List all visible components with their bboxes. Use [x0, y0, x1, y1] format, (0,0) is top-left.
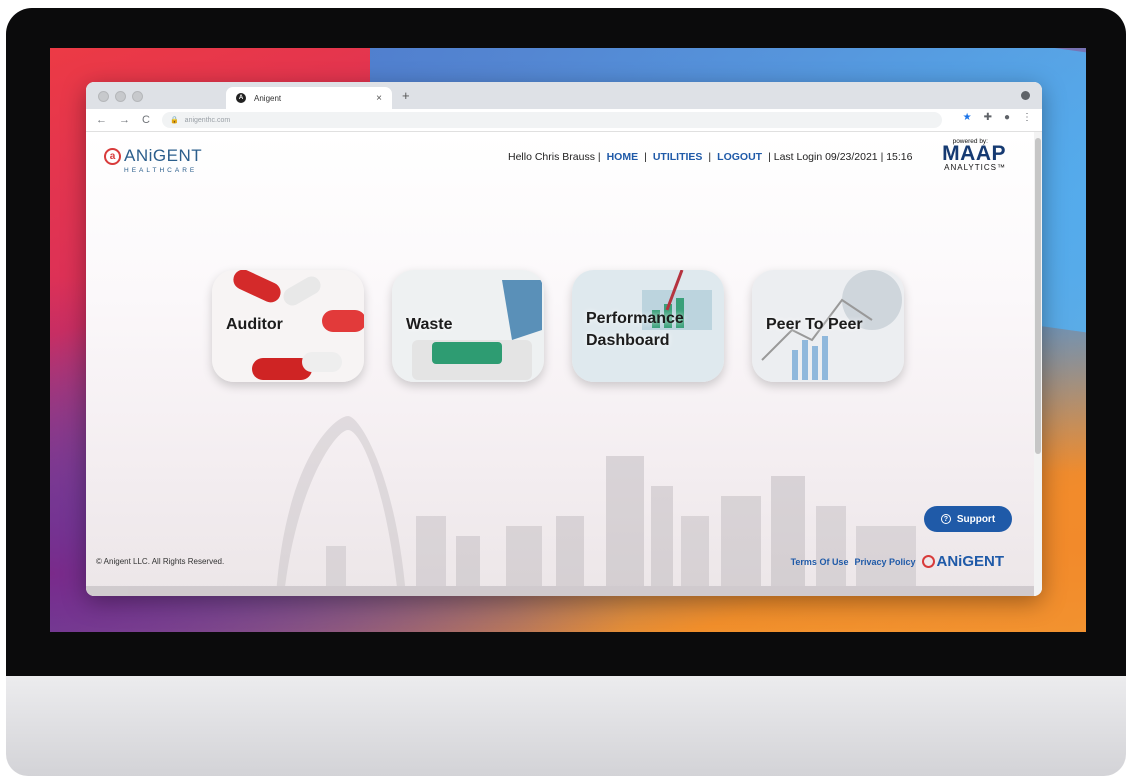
module-cards: Auditor Waste Performance Dashboard Peer…: [212, 270, 912, 382]
auditor-card[interactable]: Auditor: [212, 270, 364, 382]
maap-text: MAAP: [942, 142, 1006, 165]
support-button[interactable]: ? Support: [924, 506, 1012, 532]
footer-links: Terms Of Use Privacy Policy ANiGENT: [791, 553, 1004, 570]
peer-to-peer-card-title: Peer To Peer: [766, 316, 863, 333]
terms-of-use-link[interactable]: Terms Of Use: [791, 557, 849, 567]
greeting-text: Hello Chris Brauss |: [508, 151, 601, 163]
performance-dashboard-card[interactable]: Performance Dashboard: [572, 270, 724, 382]
url-input[interactable]: 🔒 anigenthc.com: [161, 112, 942, 128]
browser-window: A Anigent × + ← → C 🔒 anigenthc.com ★ ✚ …: [86, 82, 1042, 596]
footer-logo-text: ANiGENT: [936, 553, 1005, 570]
nav-home-link[interactable]: HOME: [607, 151, 639, 163]
tab-close-icon[interactable]: ×: [376, 93, 382, 104]
window-controls: [98, 91, 143, 102]
performance-dashboard-card-title: Performance Dashboard: [586, 310, 684, 349]
nav-utilities-link[interactable]: UTILITIES: [653, 151, 703, 163]
tab-bar: A Anigent × +: [86, 82, 1042, 109]
logo-text: ANiGENT: [124, 146, 203, 165]
nav-logout-link[interactable]: LOGOUT: [717, 151, 762, 163]
lock-icon: 🔒: [169, 117, 179, 124]
close-window-button[interactable]: [98, 91, 109, 102]
maap-analytics-logo: powered by: MAAP ANALYTICS™: [942, 138, 1006, 172]
logo-subtext: HEALTHCARE: [124, 167, 198, 174]
profile-icon[interactable]: ●: [1004, 112, 1010, 123]
minimize-window-button[interactable]: [115, 91, 126, 102]
nav-separator: |: [708, 151, 712, 163]
analytics-text: ANALYTICS™: [944, 163, 1006, 172]
tab-title: Anigent: [254, 93, 282, 103]
address-bar: ← → C 🔒 anigenthc.com ★ ✚ ● ⋮: [86, 109, 1042, 132]
reload-icon[interactable]: C: [142, 114, 150, 126]
puzzle-icon[interactable]: ✚: [984, 112, 992, 123]
header-nav: Hello Chris Brauss | HOME | UTILITIES | …: [508, 151, 912, 163]
waste-card-title: Waste: [406, 316, 453, 333]
anigent-footer-logo: ANiGENT: [921, 553, 1005, 570]
page-content: a ANiGENT HEALTHCARE Hello Chris Brauss …: [86, 132, 1034, 596]
monitor-chin: [6, 676, 1126, 776]
browser-menu-dot-icon[interactable]: [1021, 91, 1030, 100]
anigent-footer-logo-icon: [921, 555, 935, 568]
back-arrow-icon[interactable]: ←: [96, 114, 107, 126]
support-label: Support: [956, 513, 996, 525]
new-tab-button[interactable]: +: [402, 88, 410, 103]
anigent-healthcare-logo[interactable]: a ANiGENT HEALTHCARE: [104, 146, 203, 174]
page-scrollbar[interactable]: [1034, 132, 1042, 596]
maximize-window-button[interactable]: [132, 91, 143, 102]
anigent-logo-icon: a: [104, 148, 121, 165]
browser-tab[interactable]: A Anigent ×: [226, 87, 392, 109]
copyright-text: © Anigent LLC. All Rights Reserved.: [96, 557, 225, 566]
nav-separator: |: [644, 151, 647, 163]
url-text: anigenthc.com: [184, 116, 231, 124]
peer-to-peer-card[interactable]: Peer To Peer: [752, 270, 904, 382]
auditor-card-title: Auditor: [226, 316, 283, 333]
menu-icon[interactable]: ⋮: [1022, 112, 1032, 123]
question-icon: ?: [940, 514, 951, 524]
last-login-text: | Last Login 09/23/2021 | 15:16: [768, 151, 913, 163]
forward-arrow-icon[interactable]: →: [119, 114, 130, 126]
anigent-favicon-icon: A: [236, 93, 246, 103]
waste-card[interactable]: Waste: [392, 270, 544, 382]
privacy-policy-link[interactable]: Privacy Policy: [854, 557, 915, 567]
scrollbar-thumb[interactable]: [1035, 138, 1041, 454]
star-icon[interactable]: ★: [963, 112, 972, 123]
